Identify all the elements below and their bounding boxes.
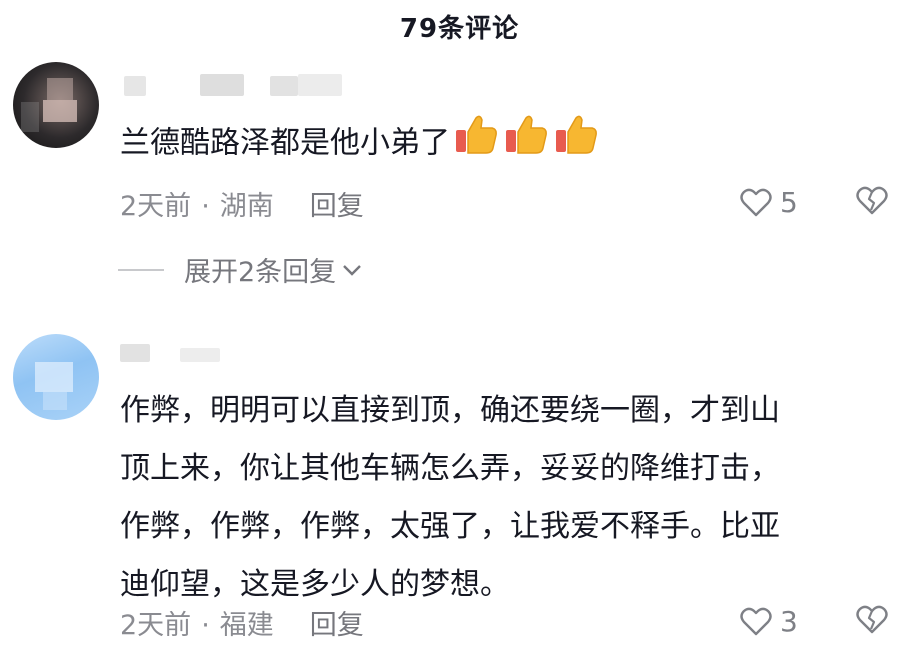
thumbs-up-icon bbox=[452, 110, 500, 178]
comments-count-title: 79条评论 bbox=[399, 14, 520, 44]
heart-icon bbox=[740, 607, 772, 635]
comment-line: 顶上来，你让其他车辆怎么弄，妥妥的降维打击， bbox=[120, 451, 780, 486]
broken-heart-icon bbox=[856, 605, 888, 634]
expand-replies-button[interactable]: 展开2条回复 bbox=[118, 250, 364, 289]
comment-time: 2天前 bbox=[120, 191, 192, 222]
comment-line: 作弊，明明可以直接到顶，确还要绕一圈，才到山 bbox=[120, 393, 780, 428]
comment-text: 兰德酷路泽都是他小弟了 bbox=[120, 110, 600, 178]
meta-separator: · bbox=[201, 610, 210, 641]
comment-location: 福建 bbox=[219, 610, 274, 641]
comment-line: 作弊，作弊，作弊，太强了，让我爱不释手。比亚 bbox=[120, 509, 780, 544]
meta-separator: · bbox=[201, 191, 210, 222]
like-count: 5 bbox=[780, 186, 798, 219]
broken-heart-icon bbox=[856, 186, 888, 215]
reply-button[interactable]: 回复 bbox=[310, 603, 364, 642]
username-blurred[interactable] bbox=[120, 340, 240, 362]
comment-meta: 2天前 · 湖南 回复 bbox=[120, 184, 364, 223]
divider-line bbox=[118, 268, 164, 271]
like-button[interactable]: 5 bbox=[740, 186, 798, 219]
comment-time: 2天前 bbox=[120, 610, 192, 641]
avatar[interactable] bbox=[13, 62, 99, 148]
avatar[interactable] bbox=[13, 334, 99, 420]
like-count: 3 bbox=[780, 605, 798, 638]
comment-text: 作弊，明明可以直接到顶，确还要绕一圈，才到山 顶上来，你让其他车辆怎么弄，妥妥的… bbox=[120, 382, 780, 614]
dislike-button[interactable] bbox=[856, 605, 888, 639]
heart-icon bbox=[740, 188, 772, 216]
dislike-button[interactable] bbox=[856, 186, 888, 220]
expand-replies-label: 展开2条回复 bbox=[184, 257, 337, 288]
chevron-down-icon bbox=[343, 264, 362, 276]
username-blurred[interactable] bbox=[120, 74, 360, 96]
comment-meta: 2天前 · 福建 回复 bbox=[120, 603, 364, 642]
comment-text-body: 兰德酷路泽都是他小弟了 bbox=[120, 125, 450, 161]
like-button[interactable]: 3 bbox=[740, 605, 798, 638]
reply-button[interactable]: 回复 bbox=[310, 184, 364, 223]
thumbs-up-icon bbox=[552, 110, 600, 178]
comment-location: 湖南 bbox=[219, 191, 274, 222]
thumbs-up-icon bbox=[502, 110, 550, 178]
